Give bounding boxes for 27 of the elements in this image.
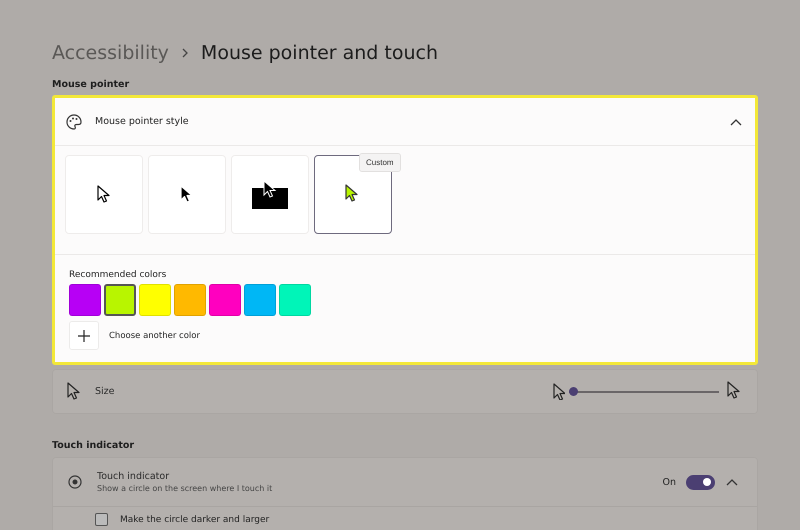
pointer-style-option[interactable] <box>231 155 309 234</box>
setting-title: Size <box>95 386 116 397</box>
pointer-icon <box>67 382 81 401</box>
palette-icon <box>65 112 83 130</box>
touch-circle-icon <box>67 474 83 490</box>
inverted-pointer-icon <box>251 180 289 210</box>
add-color-button[interactable] <box>69 321 99 350</box>
pointer-icon <box>553 383 565 400</box>
chevron-right-icon <box>180 47 189 59</box>
tooltip: Custom <box>359 153 401 172</box>
chevron-up-icon <box>730 118 742 126</box>
color-swatch[interactable] <box>104 284 136 316</box>
checkbox[interactable] <box>95 513 108 526</box>
toggle-state-label: On <box>662 476 676 488</box>
toggle-switch[interactable] <box>686 474 715 490</box>
section-heading: Mouse pointer <box>52 79 130 90</box>
chevron-up-icon <box>726 478 738 486</box>
pointer-icon <box>97 185 111 204</box>
button-label: Choose another color <box>109 330 200 340</box>
setting-title: Touch indicator <box>97 471 170 482</box>
plus-icon <box>78 330 90 342</box>
page-title: Mouse pointer and touch <box>200 42 438 64</box>
setting-title: Mouse pointer style <box>95 116 190 127</box>
section-heading: Touch indicator <box>52 440 136 451</box>
section-label: Recommended colors <box>69 270 168 280</box>
checkbox-label: Make the circle darker and larger <box>120 514 270 524</box>
setting-description: Show a circle on the screen where I touch it <box>97 484 274 493</box>
